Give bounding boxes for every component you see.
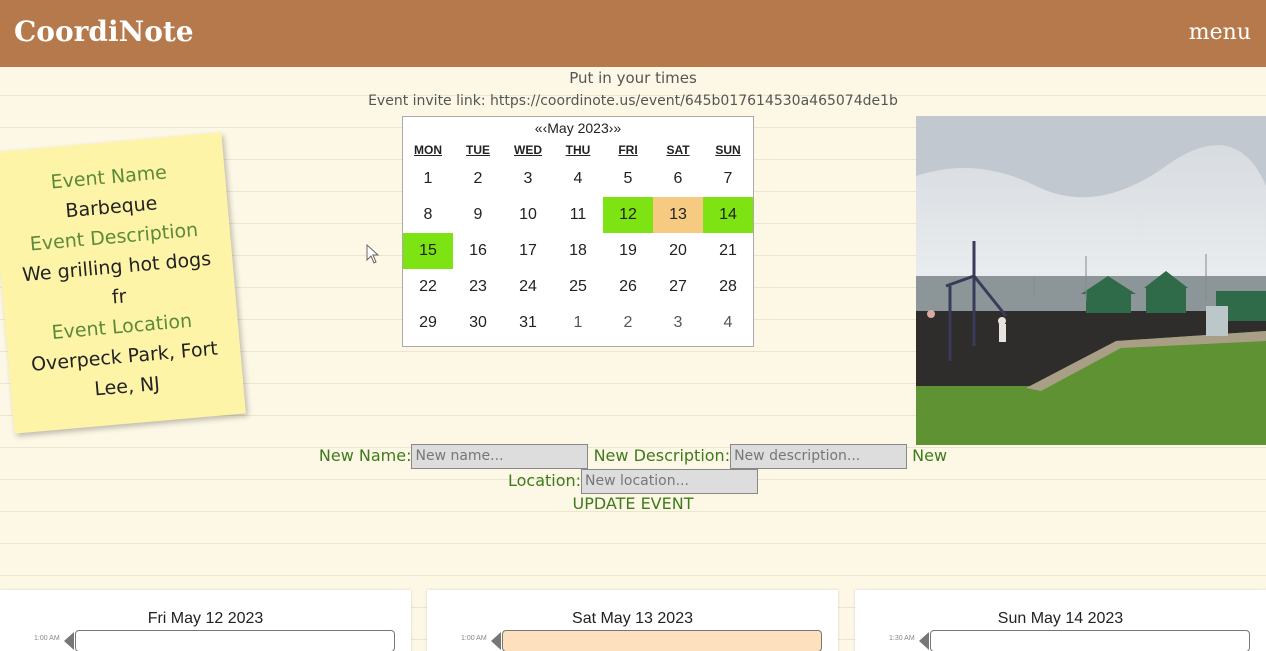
calendar-day[interactable]: 11 bbox=[553, 197, 603, 233]
time-slot[interactable] bbox=[75, 630, 395, 651]
calendar-day[interactable]: 2 bbox=[603, 305, 653, 341]
calendar-day[interactable]: 2 bbox=[453, 161, 503, 197]
calendar-day[interactable]: 19 bbox=[603, 233, 653, 269]
calendar-day[interactable]: 28 bbox=[703, 269, 753, 305]
new-location-input[interactable]: New location... bbox=[581, 469, 759, 494]
calendar-day[interactable]: 3 bbox=[653, 305, 703, 341]
calendar-day[interactable]: 17 bbox=[503, 233, 553, 269]
top-header: CoordiNote menu bbox=[0, 0, 1266, 67]
calendar-day[interactable]: 3 bbox=[503, 161, 553, 197]
calendar-day[interactable]: 16 bbox=[453, 233, 503, 269]
arrow-left-icon bbox=[64, 632, 74, 650]
calendar-day[interactable]: 12 bbox=[603, 197, 653, 233]
day-card-title: Sat May 13 2023 bbox=[572, 610, 693, 627]
calendar-month-label: May 2023 bbox=[547, 120, 609, 136]
calendar-day[interactable]: 30 bbox=[453, 305, 503, 341]
calendar-day[interactable]: 23 bbox=[453, 269, 503, 305]
calendar-day[interactable]: 15 bbox=[403, 233, 453, 269]
calendar-day[interactable]: 4 bbox=[703, 305, 753, 341]
calendar-day[interactable]: 27 bbox=[653, 269, 703, 305]
weekday-header: FRI bbox=[618, 143, 638, 157]
calendar-day[interactable]: 8 bbox=[403, 197, 453, 233]
time-slot[interactable] bbox=[502, 630, 822, 651]
calendar-day[interactable]: 26 bbox=[603, 269, 653, 305]
edit-event-row-2: Location: New location... bbox=[0, 469, 1266, 494]
time-label: 1:30 AM bbox=[889, 635, 915, 642]
menu-button[interactable]: menu bbox=[1189, 20, 1251, 45]
day-card-title: Fri May 12 2023 bbox=[147, 610, 264, 627]
calendar-day[interactable]: 10 bbox=[503, 197, 553, 233]
weekday-header: SUN bbox=[715, 143, 741, 157]
calendar-day[interactable]: 6 bbox=[653, 161, 703, 197]
new-description-input[interactable]: New description... bbox=[730, 444, 908, 469]
weekday-header: WED bbox=[514, 143, 542, 157]
calendar-day[interactable]: 9 bbox=[453, 197, 503, 233]
calendar-day[interactable]: 22 bbox=[403, 269, 453, 305]
day-card-fri: Fri May 12 2023 1:00 AM bbox=[0, 590, 411, 651]
new-location-label-part2: Location: bbox=[507, 471, 582, 490]
app-logo[interactable]: CoordiNote bbox=[14, 15, 194, 48]
calendar-day[interactable]: 7 bbox=[703, 161, 753, 197]
calendar-day[interactable]: 1 bbox=[403, 161, 453, 197]
calendar-day[interactable]: 24 bbox=[503, 269, 553, 305]
calendar-day[interactable]: 21 bbox=[703, 233, 753, 269]
weekday-header: THU bbox=[565, 143, 591, 157]
day-card-sun: Sun May 14 2023 1:30 AM bbox=[855, 590, 1266, 651]
instructions-text: Put in your times bbox=[569, 69, 697, 87]
weekday-header: MON bbox=[414, 143, 442, 157]
day-card-sat: Sat May 13 2023 1:00 AM bbox=[427, 590, 838, 651]
new-description-label: New Description: bbox=[593, 446, 731, 465]
event-sticky-note: Event Name Barbeque Event Description We… bbox=[0, 132, 246, 434]
calendar-day[interactable]: 4 bbox=[553, 161, 603, 197]
calendar-day[interactable]: 20 bbox=[653, 233, 703, 269]
new-name-input[interactable]: New name... bbox=[411, 444, 589, 469]
prev-month-button[interactable]: «‹ bbox=[535, 120, 547, 136]
weekday-header: SAT bbox=[666, 143, 690, 157]
time-label: 1:00 AM bbox=[34, 635, 60, 642]
calendar-day[interactable]: 14 bbox=[703, 197, 753, 233]
calendar-day[interactable]: 5 bbox=[603, 161, 653, 197]
calendar-day[interactable]: 31 bbox=[503, 305, 553, 341]
day-card-title: Sun May 14 2023 bbox=[997, 610, 1124, 627]
new-name-label: New Name: bbox=[318, 446, 412, 465]
calendar-day[interactable]: 29 bbox=[403, 305, 453, 341]
new-location-label-part1: New bbox=[912, 446, 948, 465]
arrow-left-icon bbox=[919, 632, 929, 650]
next-month-button[interactable]: ›» bbox=[609, 120, 621, 136]
date-calendar: «‹May 2023›» MON TUE WED THU FRI SAT SUN 1 2 3 4 5 6… bbox=[402, 116, 754, 347]
weekday-header: TUE bbox=[466, 143, 490, 157]
arrow-left-icon bbox=[491, 632, 501, 650]
invite-link[interactable]: Event invite link: https://coordinote.us… bbox=[0, 93, 1266, 109]
mouse-cursor-icon bbox=[366, 244, 380, 264]
event-location-photo bbox=[916, 116, 1266, 445]
calendar-day[interactable]: 18 bbox=[553, 233, 603, 269]
time-label: 1:00 AM bbox=[461, 635, 487, 642]
calendar-grid: MON TUE WED THU FRI SAT SUN 1 2 3 4 5 6 7 8 9 10 11 12 13 14… bbox=[403, 139, 753, 341]
time-slot[interactable] bbox=[930, 630, 1250, 651]
edit-event-row-1: New Name: New name... New Description: New… bbox=[0, 444, 1266, 469]
calendar-day[interactable]: 13 bbox=[653, 197, 703, 233]
calendar-header: «‹May 2023›» bbox=[403, 117, 753, 139]
update-event-button[interactable]: UPDATE EVENT bbox=[0, 494, 1266, 513]
calendar-day[interactable]: 25 bbox=[553, 269, 603, 305]
calendar-day[interactable]: 1 bbox=[553, 305, 603, 341]
